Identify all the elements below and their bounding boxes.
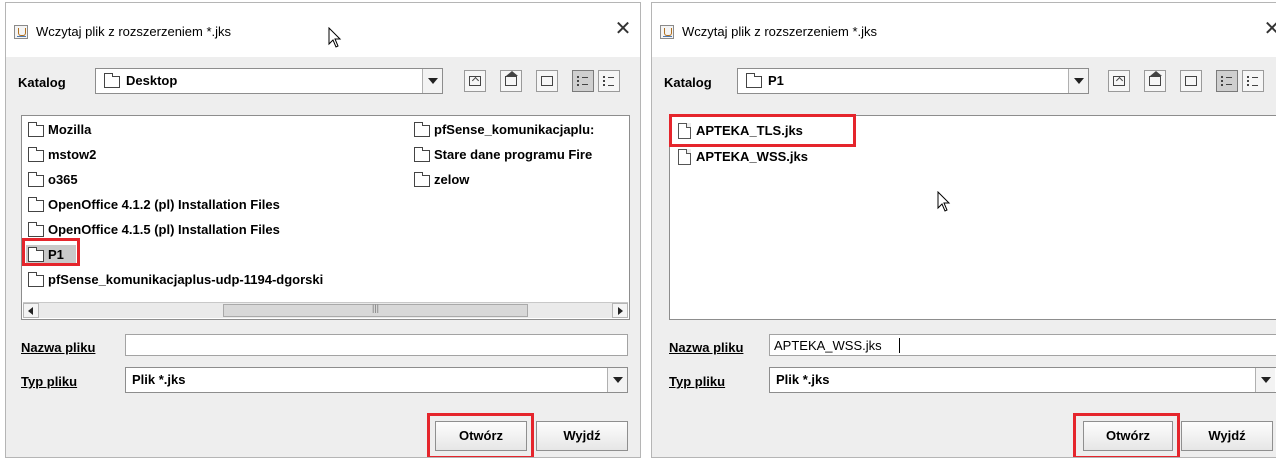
- java-app-icon: [660, 25, 674, 39]
- folder-icon: [28, 147, 44, 162]
- close-icon[interactable]: ✕: [1261, 17, 1276, 39]
- details-view-button[interactable]: [598, 70, 620, 92]
- up-folder-button[interactable]: [464, 70, 486, 92]
- filename-input[interactable]: APTEKA_WSS.jks: [769, 334, 1276, 356]
- title-bar[interactable]: Wczytaj plik z rozszerzeniem *.jks ✕: [6, 3, 640, 57]
- filetype-select[interactable]: Plik *.jks: [769, 367, 1276, 393]
- scroll-right-icon[interactable]: [612, 303, 628, 318]
- folder-icon: [28, 247, 44, 262]
- katalog-label: Katalog: [664, 75, 712, 90]
- list-item[interactable]: pfSense_komunikacjaplu:: [412, 120, 629, 140]
- folder-icon: [28, 272, 44, 287]
- chevron-down-icon[interactable]: [607, 368, 627, 392]
- list-item[interactable]: APTEKA_WSS.jks: [674, 147, 854, 167]
- open-file-dialog-right: Wczytaj plik z rozszerzeniem *.jks ✕ Kat…: [651, 2, 1276, 458]
- filetype-value: Plik *.jks: [776, 372, 830, 387]
- close-icon[interactable]: ✕: [612, 17, 634, 39]
- home-button[interactable]: [500, 70, 522, 92]
- mouse-cursor-icon: [328, 27, 342, 48]
- list-item[interactable]: pfSense_komunikacjaplus-udp-1194-dgorski: [26, 270, 416, 290]
- mouse-cursor-icon: [937, 191, 951, 212]
- filename-input[interactable]: [125, 334, 628, 356]
- details-view-icon: [603, 76, 615, 86]
- list-view-button[interactable]: [1216, 70, 1238, 92]
- new-folder-icon: [1185, 76, 1197, 86]
- folder-icon: [746, 73, 762, 88]
- list-item[interactable]: Stare dane programu Fire: [412, 145, 629, 165]
- file-list[interactable]: Mozilla mstow2 o365 OpenOffice 4.1.2 (pl…: [21, 115, 630, 320]
- folder-icon: [414, 122, 430, 137]
- folder-icon: [414, 172, 430, 187]
- folder-icon: [28, 172, 44, 187]
- katalog-label: Katalog: [18, 75, 66, 90]
- folder-icon: [28, 222, 44, 237]
- list-item[interactable]: APTEKA_TLS.jks: [674, 121, 854, 141]
- details-view-icon: [1247, 76, 1259, 86]
- filename-label: Nazwa pliku: [669, 340, 744, 355]
- new-folder-button[interactable]: [1180, 70, 1202, 92]
- list-view-icon: [577, 76, 589, 86]
- list-item[interactable]: o365: [26, 170, 366, 190]
- directory-value: P1: [768, 73, 784, 88]
- directory-value: Desktop: [126, 73, 178, 88]
- list-view-icon: [1221, 76, 1233, 86]
- cancel-button[interactable]: Wyjdź: [1181, 421, 1273, 451]
- cancel-button[interactable]: Wyjdź: [536, 421, 628, 451]
- home-button[interactable]: [1144, 70, 1166, 92]
- screenshot-stage: Wczytaj plik z rozszerzeniem *.jks ✕ Kat…: [0, 0, 1276, 459]
- horizontal-scrollbar[interactable]: [23, 302, 628, 318]
- up-folder-button[interactable]: [1108, 70, 1130, 92]
- open-file-dialog-left: Wczytaj plik z rozszerzeniem *.jks ✕ Kat…: [5, 2, 641, 458]
- title-bar[interactable]: Wczytaj plik z rozszerzeniem *.jks ✕: [652, 3, 1276, 57]
- file-list[interactable]: APTEKA_TLS.jks APTEKA_WSS.jks: [669, 115, 1276, 320]
- chevron-down-icon[interactable]: [1255, 368, 1275, 392]
- home-icon: [505, 71, 518, 86]
- list-item[interactable]: OpenOffice 4.1.2 (pl) Installation Files: [26, 195, 406, 215]
- folder-icon: [28, 197, 44, 212]
- new-folder-button[interactable]: [536, 70, 558, 92]
- window-title: Wczytaj plik z rozszerzeniem *.jks: [682, 24, 878, 39]
- list-item[interactable]: Mozilla: [26, 120, 366, 140]
- chevron-down-icon[interactable]: [1068, 69, 1088, 93]
- up-folder-icon: [1113, 76, 1125, 86]
- file-icon: [678, 149, 691, 165]
- filetype-label: Typ pliku: [21, 374, 78, 389]
- open-button[interactable]: Otwórz: [1083, 421, 1173, 451]
- filetype-label: Typ pliku: [669, 374, 726, 389]
- window-title: Wczytaj plik z rozszerzeniem *.jks: [36, 24, 232, 39]
- filename-label: Nazwa pliku: [21, 340, 96, 355]
- directory-combo[interactable]: Desktop: [95, 68, 443, 94]
- filetype-value: Plik *.jks: [132, 372, 186, 387]
- folder-icon: [28, 122, 44, 137]
- file-icon: [678, 123, 691, 139]
- scroll-left-icon[interactable]: [23, 303, 39, 318]
- directory-combo[interactable]: P1: [737, 68, 1089, 94]
- java-app-icon: [14, 25, 28, 39]
- list-item[interactable]: OpenOffice 4.1.5 (pl) Installation Files: [26, 220, 406, 240]
- folder-icon: [414, 147, 430, 162]
- open-button[interactable]: Otwórz: [435, 421, 527, 451]
- details-view-button[interactable]: [1242, 70, 1264, 92]
- filetype-select[interactable]: Plik *.jks: [125, 367, 628, 393]
- list-item[interactable]: zelow: [412, 170, 629, 190]
- text-caret: [899, 338, 900, 353]
- new-folder-icon: [541, 76, 553, 86]
- list-item[interactable]: mstow2: [26, 145, 366, 165]
- list-item-selected[interactable]: P1: [26, 245, 76, 265]
- folder-icon: [104, 73, 120, 88]
- up-folder-icon: [469, 76, 481, 86]
- home-icon: [1149, 71, 1162, 86]
- chevron-down-icon[interactable]: [422, 69, 442, 93]
- scroll-thumb[interactable]: [223, 304, 528, 317]
- list-view-button[interactable]: [572, 70, 594, 92]
